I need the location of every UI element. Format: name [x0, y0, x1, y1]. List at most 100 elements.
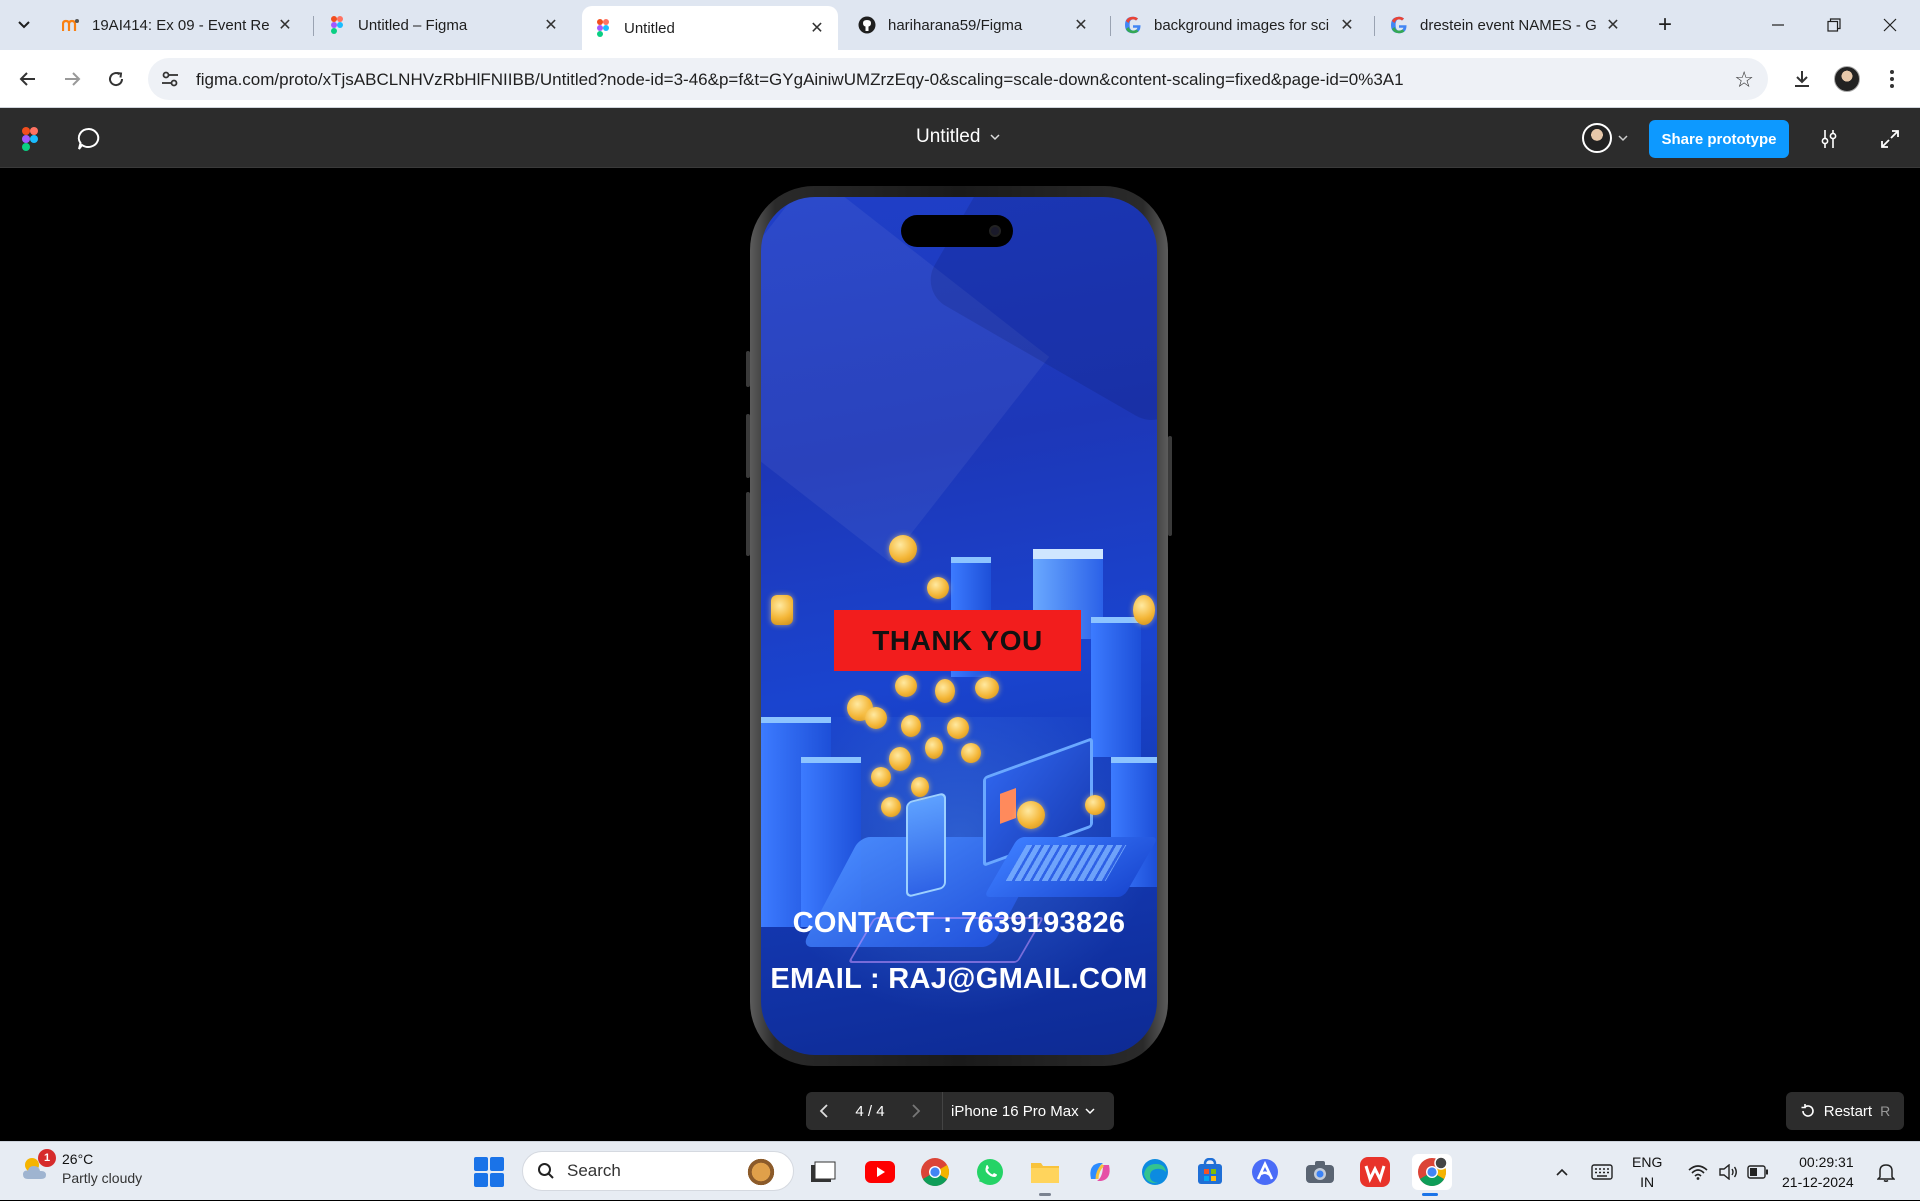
previous-frame-button[interactable] [806, 1092, 842, 1130]
terminal-icon [811, 1161, 836, 1182]
battery-status[interactable] [1744, 1142, 1772, 1201]
taskbar-app-terminal[interactable] [805, 1154, 841, 1190]
close-icon [1883, 18, 1897, 32]
tab-github[interactable]: hariharana59/Figma ✕ [846, 8, 1102, 42]
bookmark-star-icon[interactable]: ☆ [1734, 67, 1754, 93]
phone-action-button [746, 351, 750, 387]
settings-sliders-icon[interactable] [1818, 128, 1840, 150]
comment-icon[interactable] [76, 126, 102, 152]
speaker-icon [1719, 1163, 1737, 1180]
tab-google-search-2[interactable]: drestein event NAMES - G ✕ [1378, 8, 1634, 42]
start-button[interactable] [474, 1157, 504, 1187]
device-selector[interactable]: iPhone 16 Pro Max [951, 1103, 1095, 1120]
search-highlight-icon [739, 1158, 783, 1186]
weather-temperature: 26°C [62, 1151, 94, 1167]
coin-icon [895, 675, 917, 697]
browser-toolbar: figma.com/proto/xTjsABCLNHVzRbHlFNIIBB/U… [0, 50, 1920, 108]
weather-widget[interactable]: 1 26°C Partly cloudy [20, 1149, 142, 1188]
system-clock[interactable]: 00:29:31 21-12-2024 [1782, 1152, 1854, 1192]
notifications-button[interactable] [1872, 1142, 1900, 1201]
figma-logo-icon[interactable] [22, 127, 38, 151]
prototype-screen[interactable]: THANK YOU CONTACT : 7639193826 EMAIL : R… [761, 197, 1157, 1055]
fullscreen-icon[interactable] [1879, 128, 1901, 150]
wifi-status[interactable] [1684, 1142, 1712, 1201]
windows-logo-icon [474, 1157, 488, 1171]
clock-date: 21-12-2024 [1782, 1174, 1854, 1190]
volume-status[interactable] [1714, 1142, 1742, 1201]
taskbar-app-edge[interactable] [1137, 1154, 1173, 1190]
input-language-button[interactable]: ENG IN [1632, 1152, 1662, 1192]
copilot-icon [1090, 1163, 1110, 1181]
next-frame-button[interactable] [898, 1092, 934, 1130]
coin-icon [889, 535, 917, 563]
device-name: iPhone 16 Pro Max [951, 1102, 1079, 1120]
chrome-icon [921, 1158, 949, 1186]
tab-title: hariharana59/Figma [888, 16, 1023, 34]
coin-icon [927, 577, 949, 599]
reload-button[interactable] [100, 63, 132, 95]
close-icon[interactable]: ✕ [1604, 16, 1622, 34]
close-icon[interactable]: ✕ [542, 16, 560, 34]
close-icon[interactable]: ✕ [808, 19, 826, 37]
coin-icon [901, 715, 921, 737]
taskbar-app-camera[interactable] [1302, 1154, 1338, 1190]
show-hidden-icons-button[interactable] [1550, 1142, 1574, 1201]
profile-button[interactable] [1831, 63, 1863, 95]
github-icon [858, 16, 876, 34]
close-icon[interactable]: ✕ [1072, 16, 1090, 34]
taskbar-app-file-explorer[interactable] [1027, 1154, 1063, 1196]
minimize-button[interactable] [1756, 8, 1800, 42]
share-prototype-button[interactable]: Share prototype [1649, 120, 1789, 158]
tab-figma-prototype[interactable]: Untitled ✕ [582, 6, 838, 50]
restart-button[interactable]: Restart R [1786, 1092, 1904, 1130]
coin-icon [865, 707, 887, 729]
region-code: IN [1640, 1174, 1655, 1190]
coin-icon [975, 677, 999, 699]
downloads-button[interactable] [1786, 63, 1818, 95]
minimize-icon [1772, 24, 1784, 26]
email-address: EMAIL : RAJ@GMAIL.COM [770, 963, 1148, 995]
file-title-menu[interactable]: Untitled [916, 126, 1000, 148]
site-settings-icon[interactable] [160, 69, 180, 89]
touch-keyboard-button[interactable] [1588, 1142, 1616, 1201]
taskbar-app-whatsapp[interactable] [972, 1154, 1008, 1190]
illustration-building [1091, 617, 1141, 757]
tab-title: Untitled – Figma [358, 16, 468, 34]
chevron-up-icon [1556, 1168, 1568, 1176]
keyboard-icon [1591, 1163, 1613, 1180]
camera-icon [1306, 1161, 1334, 1183]
folder-icon [1031, 1163, 1059, 1183]
illustration-keyboard [1005, 845, 1127, 881]
restore-button[interactable] [1812, 8, 1856, 42]
taskbar-app-arc[interactable] [1247, 1154, 1283, 1190]
address-bar[interactable]: figma.com/proto/xTjsABCLNHVzRbHlFNIIBB/U… [148, 58, 1768, 100]
back-button[interactable] [12, 63, 44, 95]
taskbar-app-microsoft-store[interactable] [1192, 1154, 1228, 1190]
chevron-down-icon [1618, 135, 1628, 142]
taskbar-app-wps[interactable] [1357, 1154, 1393, 1190]
phone-volume-up [746, 414, 750, 478]
taskbar-search[interactable]: Search [522, 1151, 794, 1191]
taskbar-app-youtube[interactable] [862, 1154, 898, 1190]
tab-moodle[interactable]: 19AI414: Ex 09 - Event Reg ✕ [50, 8, 306, 42]
file-title: Untitled [916, 126, 981, 147]
tab-title: background images for sci [1154, 16, 1330, 34]
tab-search-menu-button[interactable] [10, 11, 38, 39]
tab-figma-editor[interactable]: Untitled – Figma ✕ [316, 8, 572, 42]
user-menu[interactable] [1582, 123, 1628, 153]
taskbar-app-copilot[interactable] [1082, 1154, 1118, 1190]
close-icon[interactable]: ✕ [1338, 16, 1356, 34]
taskbar-app-chrome-profile[interactable] [1412, 1154, 1452, 1196]
coin-icon [935, 679, 955, 703]
tab-google-search-1[interactable]: background images for sci ✕ [1112, 8, 1368, 42]
close-window-button[interactable] [1868, 8, 1912, 42]
coin-icon [1017, 801, 1045, 829]
iphone-frame: THANK YOU CONTACT : 7639193826 EMAIL : R… [746, 186, 1172, 1066]
coin-icon [1085, 795, 1105, 815]
close-icon[interactable]: ✕ [276, 16, 294, 34]
forward-button[interactable] [56, 63, 88, 95]
browser-menu-button[interactable] [1876, 63, 1908, 95]
google-icon [1390, 16, 1408, 34]
new-tab-button[interactable]: + [1652, 11, 1678, 38]
taskbar-app-chrome[interactable] [917, 1154, 953, 1190]
